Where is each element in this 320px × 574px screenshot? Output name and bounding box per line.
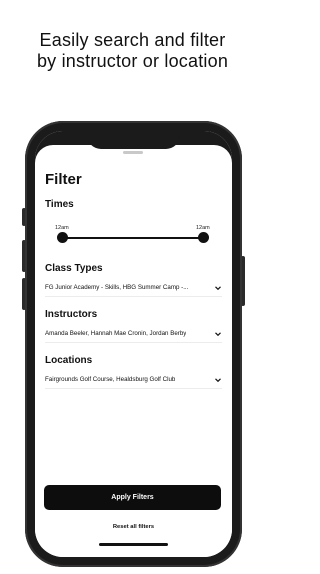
class-types-label: Class Types [45,263,103,274]
locations-label: Locations [45,355,93,366]
locations-dropdown[interactable]: Fairgrounds Golf Course, Healdsburg Golf… [45,371,222,389]
class-types-dropdown[interactable]: FG Junior Academy - Skills, HBG Summer C… [45,279,222,297]
time-range-track[interactable] [62,237,203,239]
instructors-dropdown[interactable]: Amanda Beeler, Hannah Mae Cronin, Jordan… [45,325,222,343]
time-end-label: 12am [196,225,210,231]
filter-sheet: Filter Times 12am 12am Class Types FG Ju… [35,145,232,557]
headline-line-1: Easily search and filter [39,30,226,50]
instructors-label: Instructors [45,309,98,320]
page-title: Filter [45,171,82,188]
headline: Easily search and filter by instructor o… [0,30,265,72]
phone-screen: Filter Times 12am 12am Class Types FG Ju… [35,131,232,557]
instructors-value: Amanda Beeler, Hannah Mae Cronin, Jordan… [45,330,187,337]
time-range-start-handle[interactable] [57,232,68,243]
times-label: Times [45,199,74,210]
reset-filters-link[interactable]: Reset all filters [35,524,232,530]
phone-frame: Filter Times 12am 12am Class Types FG Ju… [25,121,242,567]
chevron-down-icon [214,284,222,292]
chevron-down-icon [214,330,222,338]
headline-line-2: by instructor or location [36,51,229,71]
chevron-down-icon [214,376,222,384]
home-indicator[interactable] [99,543,168,546]
apply-filters-button[interactable]: Apply Filters [44,485,221,510]
time-range-end-handle[interactable] [198,232,209,243]
sheet-grabber[interactable] [123,151,143,154]
locations-value: Fairgrounds Golf Course, Healdsburg Golf… [45,376,176,383]
phone-notch [87,131,180,149]
time-start-label: 12am [55,225,69,231]
class-types-value: FG Junior Academy - Skills, HBG Summer C… [45,284,189,291]
